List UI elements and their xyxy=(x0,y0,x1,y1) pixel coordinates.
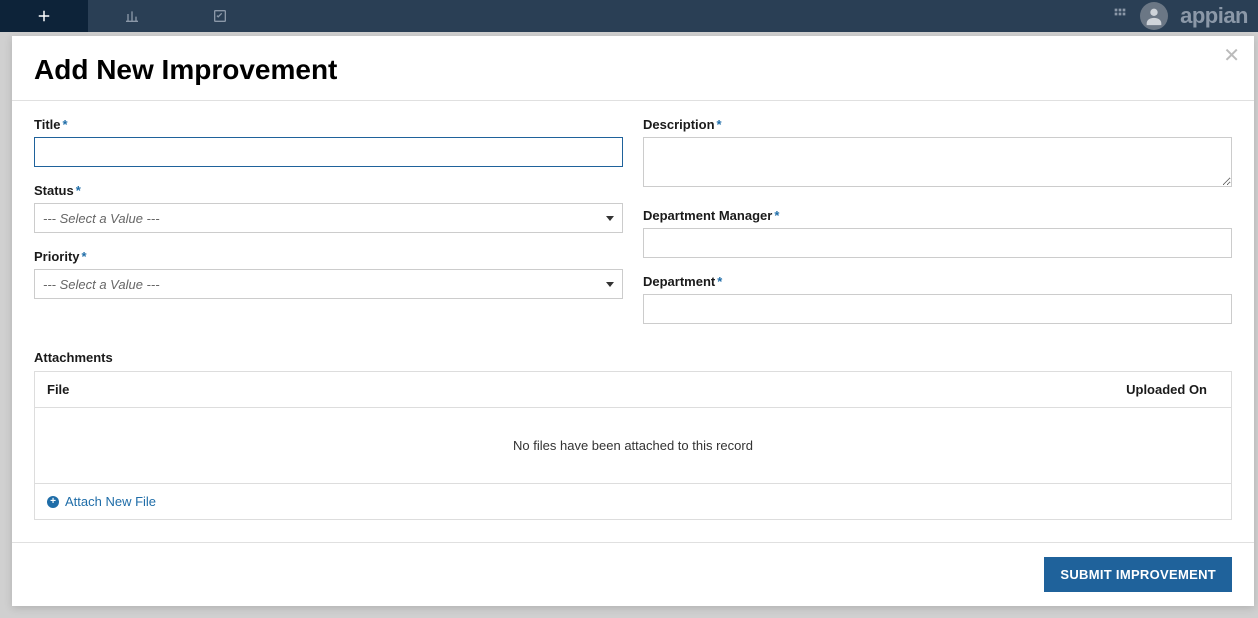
field-title: Title* xyxy=(34,117,623,167)
department-label: Department* xyxy=(643,274,1232,289)
file-column-header: File xyxy=(47,382,919,397)
field-dept-manager: Department Manager* xyxy=(643,208,1232,258)
nav-tab-chart[interactable] xyxy=(88,0,176,32)
status-label-text: Status xyxy=(34,183,74,198)
dept-manager-input[interactable] xyxy=(643,228,1232,258)
attachments-section: Attachments File Uploaded On No files ha… xyxy=(34,350,1232,520)
title-input[interactable] xyxy=(34,137,623,167)
user-avatar[interactable] xyxy=(1140,2,1168,30)
brand-logo: appian xyxy=(1180,3,1248,29)
description-label-text: Description xyxy=(643,117,715,132)
plus-icon xyxy=(35,7,53,25)
uploaded-column-header: Uploaded On xyxy=(919,382,1219,397)
form-column-right: Description* Department Manager* Departm… xyxy=(643,117,1232,340)
title-label: Title* xyxy=(34,117,623,132)
description-textarea[interactable] xyxy=(643,137,1232,187)
form-column-left: Title* Status* --- Select a Value --- xyxy=(34,117,623,340)
nav-tab-add[interactable] xyxy=(0,0,88,32)
top-bar-right: appian xyxy=(1112,2,1258,30)
apps-grid-icon xyxy=(1112,6,1128,22)
required-asterisk: * xyxy=(82,249,87,264)
modal-title: Add New Improvement xyxy=(34,54,1232,86)
description-label: Description* xyxy=(643,117,1232,132)
page-background: Add New Improvement ✕ Title* Status* xyxy=(0,32,1258,618)
priority-placeholder: --- Select a Value --- xyxy=(43,277,160,292)
status-select[interactable]: --- Select a Value --- xyxy=(34,203,623,233)
status-placeholder: --- Select a Value --- xyxy=(43,211,160,226)
attachments-table: File Uploaded On No files have been atta… xyxy=(34,371,1232,520)
required-asterisk: * xyxy=(717,274,722,289)
attach-new-file-link[interactable]: + Attach New File xyxy=(35,484,1231,519)
modal-header: Add New Improvement ✕ xyxy=(12,36,1254,101)
priority-label: Priority* xyxy=(34,249,623,264)
checkbox-icon xyxy=(212,8,228,24)
chevron-down-icon xyxy=(606,216,614,221)
nav-tab-check[interactable] xyxy=(176,0,264,32)
attachments-table-header: File Uploaded On xyxy=(35,372,1231,408)
title-label-text: Title xyxy=(34,117,61,132)
avatar-icon xyxy=(1143,5,1165,27)
attach-link-text: Attach New File xyxy=(65,494,156,509)
dept-manager-label-text: Department Manager xyxy=(643,208,772,223)
modal-body: Title* Status* --- Select a Value --- xyxy=(12,101,1254,542)
chevron-down-icon xyxy=(606,282,614,287)
status-label: Status* xyxy=(34,183,623,198)
priority-select[interactable]: --- Select a Value --- xyxy=(34,269,623,299)
department-label-text: Department xyxy=(643,274,715,289)
department-input[interactable] xyxy=(643,294,1232,324)
chart-icon xyxy=(124,8,140,24)
field-status: Status* --- Select a Value --- xyxy=(34,183,623,233)
apps-menu-button[interactable] xyxy=(1112,6,1128,27)
plus-circle-icon: + xyxy=(47,496,59,508)
form-row: Title* Status* --- Select a Value --- xyxy=(34,117,1232,340)
add-improvement-modal: Add New Improvement ✕ Title* Status* xyxy=(12,36,1254,606)
submit-button[interactable]: SUBMIT IMPROVEMENT xyxy=(1044,557,1232,592)
required-asterisk: * xyxy=(76,183,81,198)
priority-label-text: Priority xyxy=(34,249,80,264)
attachments-empty-message: No files have been attached to this reco… xyxy=(35,408,1231,484)
top-bar-left-tabs xyxy=(0,0,264,32)
attachments-label: Attachments xyxy=(34,350,1232,365)
required-asterisk: * xyxy=(717,117,722,132)
dept-manager-label: Department Manager* xyxy=(643,208,1232,223)
modal-footer: SUBMIT IMPROVEMENT xyxy=(12,542,1254,606)
required-asterisk: * xyxy=(63,117,68,132)
field-description: Description* xyxy=(643,117,1232,192)
required-asterisk: * xyxy=(774,208,779,223)
top-navigation-bar: appian xyxy=(0,0,1258,32)
field-department: Department* xyxy=(643,274,1232,324)
close-icon[interactable]: ✕ xyxy=(1223,46,1240,66)
field-priority: Priority* --- Select a Value --- xyxy=(34,249,623,299)
